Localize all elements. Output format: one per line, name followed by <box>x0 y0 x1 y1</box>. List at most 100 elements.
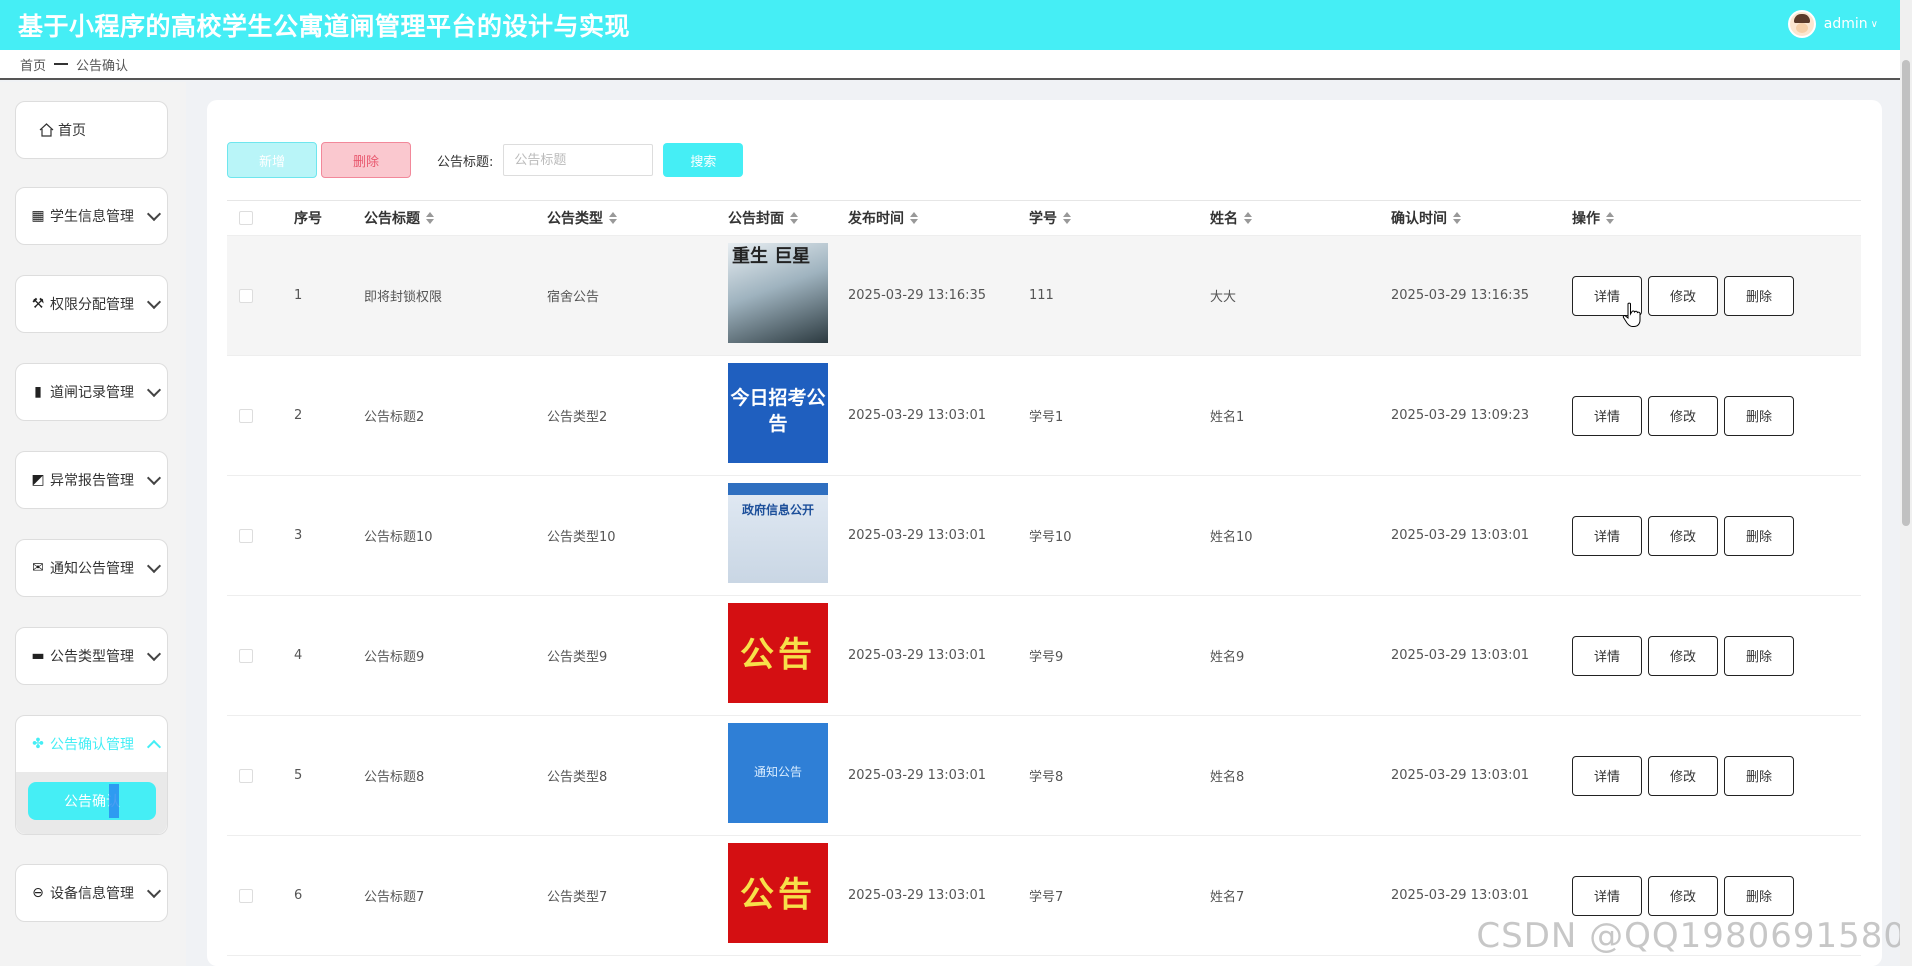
detail-button[interactable]: 详情 <box>1572 395 1642 436</box>
cell-no: 3 <box>294 528 303 543</box>
cell-student-id: 学号10 <box>1029 530 1072 545</box>
column-header[interactable]: 确认时间 <box>1391 201 1461 235</box>
submenu-item-notice-confirm[interactable]: 公告确认 <box>28 782 156 820</box>
cell-name: 姓名8 <box>1210 770 1245 785</box>
sort-icon[interactable] <box>1063 212 1071 224</box>
cell-publish-time: 2025-03-29 13:16:35 <box>848 288 987 303</box>
row-delete-button[interactable]: 删除 <box>1724 875 1794 916</box>
cell-type: 公告类型9 <box>547 650 608 665</box>
avatar[interactable] <box>1787 10 1816 38</box>
sidebar-item-exception-report[interactable]: ◩ 异常报告管理 <box>15 451 168 509</box>
cell-type: 公告类型7 <box>547 890 608 905</box>
row-checkbox[interactable] <box>239 288 253 303</box>
sidebar-item-student-info[interactable]: ▦ 学生信息管理 <box>15 187 168 245</box>
cell-title: 公告标题8 <box>364 770 425 785</box>
row-checkbox[interactable] <box>239 768 253 783</box>
sort-icon[interactable] <box>609 212 617 224</box>
breadcrumb-home[interactable]: 首页 <box>20 55 46 74</box>
watermark: CSDN @QQ1980691580 <box>1476 916 1906 956</box>
search-label: 公告标题: <box>437 154 494 170</box>
cell-no: 2 <box>294 408 303 423</box>
column-header[interactable]: 公告类型 <box>547 201 617 235</box>
sidebar-item-notice-confirm[interactable]: ✤ 公告确认管理 公告确认 <box>15 715 168 835</box>
text-cursor-highlight <box>109 784 119 818</box>
chevron-down-icon <box>146 646 162 662</box>
edit-button[interactable]: 修改 <box>1648 515 1718 556</box>
cell-student-id: 学号9 <box>1029 650 1064 665</box>
chart-icon: ◩ <box>31 472 45 488</box>
edit-button[interactable]: 修改 <box>1648 635 1718 676</box>
more-circle-icon: ⊖ <box>32 885 44 901</box>
table-body: 1 即将封锁权限 宿舍公告 重生 巨星 2025-03-29 13:16:35 … <box>227 236 1861 956</box>
row-checkbox[interactable] <box>239 528 253 543</box>
column-header[interactable]: 姓名 <box>1210 201 1252 235</box>
column-header[interactable]: 操作 <box>1572 201 1614 235</box>
sort-icon[interactable] <box>1244 212 1252 224</box>
detail-button[interactable]: 详情 <box>1572 515 1642 556</box>
cell-name: 姓名10 <box>1210 530 1253 545</box>
detail-button[interactable]: 详情 <box>1572 755 1642 796</box>
cover-image[interactable]: 政府信息公开 <box>728 483 828 583</box>
table-header: 序号 公告标题 公告类型 公告封面 发布时间 学号 姓名 确认时间 操作 <box>227 201 1861 236</box>
row-checkbox[interactable] <box>239 648 253 663</box>
cover-caption: 公告 <box>740 875 816 915</box>
sort-icon[interactable] <box>1606 212 1614 224</box>
sidebar-item-device-info[interactable]: ⊖ 设备信息管理 <box>15 864 168 922</box>
cover-image[interactable]: 今日招考公告 <box>728 363 828 463</box>
row-delete-button[interactable]: 删除 <box>1724 395 1794 436</box>
sort-icon[interactable] <box>790 212 798 224</box>
cell-no: 6 <box>294 888 303 903</box>
chevron-up-icon <box>146 739 162 755</box>
submenu: 公告确认 <box>16 772 167 834</box>
cover-image[interactable]: 重生 巨星 <box>728 243 828 343</box>
chevron-down-icon[interactable]: ∨ <box>1871 19 1878 30</box>
scrollbar-thumb[interactable] <box>1902 60 1910 526</box>
edit-button[interactable]: 修改 <box>1648 875 1718 916</box>
row-delete-button[interactable]: 删除 <box>1724 755 1794 796</box>
row-checkbox[interactable] <box>239 888 253 903</box>
column-header[interactable]: 发布时间 <box>848 201 918 235</box>
row-checkbox[interactable] <box>239 408 253 423</box>
sidebar-item-permission[interactable]: ⚒ 权限分配管理 <box>15 275 168 333</box>
search-button[interactable]: 搜索 <box>663 143 744 177</box>
row-actions: 详情 修改 删除 <box>1572 596 1800 715</box>
add-button[interactable]: 新增 <box>227 142 317 178</box>
sidebar-item-gate-records[interactable]: ▮ 道闸记录管理 <box>15 363 168 421</box>
row-delete-button[interactable]: 删除 <box>1724 515 1794 556</box>
detail-button[interactable]: 详情 <box>1572 635 1642 676</box>
row-delete-button[interactable]: 删除 <box>1724 275 1794 316</box>
delete-button[interactable]: 删除 <box>321 142 411 178</box>
table-row: 3 公告标题10 公告类型10 政府信息公开 2025-03-29 13:03:… <box>227 476 1861 596</box>
scrollbar[interactable] <box>1900 0 1912 966</box>
edit-button[interactable]: 修改 <box>1648 275 1718 316</box>
cover-image[interactable]: 公告 <box>728 843 828 943</box>
cover-caption: 重生 巨星 <box>732 246 811 267</box>
search-input[interactable] <box>503 144 654 176</box>
sort-icon[interactable] <box>910 212 918 224</box>
column-header[interactable]: 公告标题 <box>364 201 434 235</box>
column-header[interactable]: 公告封面 <box>728 201 798 235</box>
sidebar-item-home[interactable]: 首页 <box>15 101 168 159</box>
edit-button[interactable]: 修改 <box>1648 395 1718 436</box>
cell-type: 公告类型10 <box>547 530 616 545</box>
sidebar-item-notice[interactable]: ✉ 通知公告管理 <box>15 539 168 597</box>
cell-name: 姓名1 <box>1210 410 1245 425</box>
edit-button[interactable]: 修改 <box>1648 755 1718 796</box>
sidebar-item-notice-type[interactable]: ▬ 公告类型管理 <box>15 627 168 685</box>
sort-icon[interactable] <box>426 212 434 224</box>
select-all-checkbox[interactable] <box>239 211 253 225</box>
main-panel: 新增 删除 公告标题: 搜索 序号 公告标题 公告类型 公告封面 发布时间 学号… <box>207 100 1882 966</box>
detail-button[interactable]: 详情 <box>1572 875 1642 916</box>
sort-icon[interactable] <box>1453 212 1461 224</box>
username[interactable]: admin <box>1824 16 1868 32</box>
row-delete-button[interactable]: 删除 <box>1724 635 1794 676</box>
cover-image[interactable]: 公告 <box>728 603 828 703</box>
column-header: 序号 <box>294 211 322 227</box>
sidebar-item-label: 设备信息管理 <box>50 886 134 902</box>
table-row: 1 即将封锁权限 宿舍公告 重生 巨星 2025-03-29 13:16:35 … <box>227 236 1861 356</box>
cell-name: 大大 <box>1210 290 1237 305</box>
table-row: 5 公告标题8 公告类型8 通知公告 2025-03-29 13:03:01 学… <box>227 716 1861 836</box>
column-header[interactable]: 学号 <box>1029 201 1071 235</box>
user-menu[interactable]: admin ∨ <box>1787 10 1878 38</box>
cover-image[interactable]: 通知公告 <box>728 723 828 823</box>
